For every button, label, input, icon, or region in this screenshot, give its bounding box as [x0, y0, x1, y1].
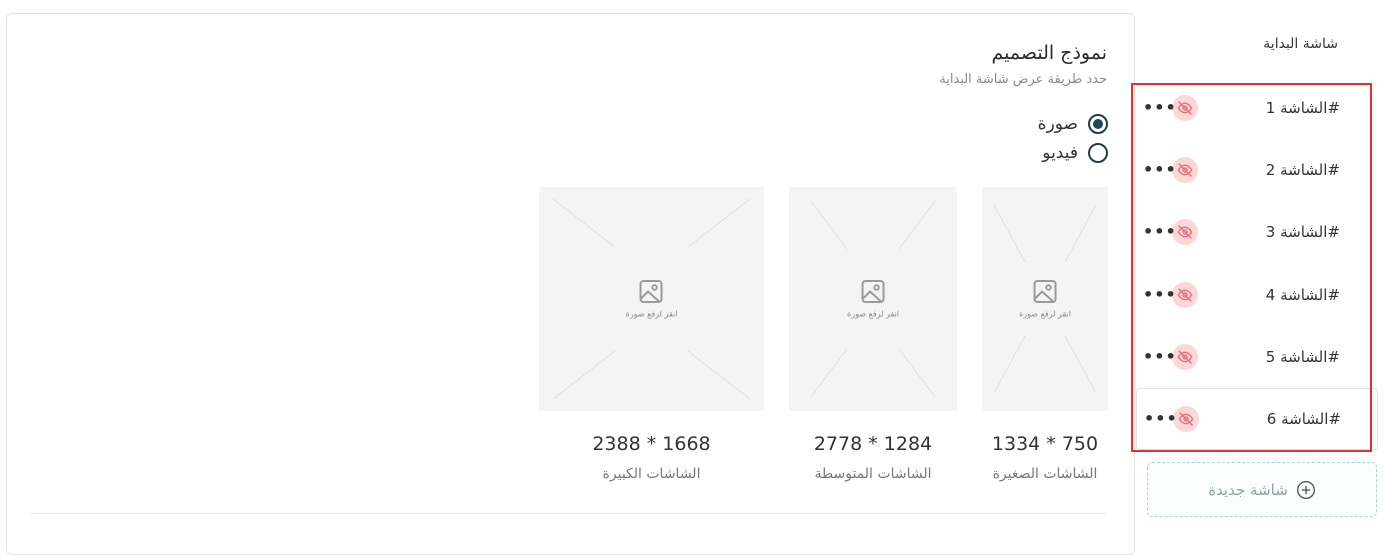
- large-screen-dimensions: 2388 * 1668: [592, 433, 711, 455]
- radio-image-selected-icon[interactable]: [1088, 114, 1108, 134]
- upload-hint: انقر لرفع صورة: [847, 309, 899, 319]
- page-title: نموذج التصميم: [991, 42, 1108, 64]
- radio-video-label: فيديو: [1042, 143, 1078, 163]
- upload-hint: انقر لرفع صورة: [1019, 309, 1071, 319]
- plus-circle-icon: [1296, 480, 1315, 499]
- new-screen-button[interactable]: شاشة جديدة: [1147, 462, 1377, 517]
- sidebar-title: شاشة البداية: [1263, 36, 1338, 52]
- divider: [30, 513, 1107, 514]
- image-icon: [1033, 280, 1057, 303]
- image-icon: [639, 280, 663, 303]
- image-icon: [861, 280, 885, 303]
- radio-video[interactable]: فيديو: [1042, 143, 1108, 163]
- upload-medium-screen[interactable]: انقر لرفع صورة: [789, 187, 957, 411]
- medium-screen-label: الشاشات المتوسطة: [814, 466, 932, 482]
- small-screen-dimensions: 1334 * 750: [991, 433, 1099, 455]
- screen-list-selection-highlight: [1131, 83, 1372, 452]
- upload-large-screen[interactable]: انقر لرفع صورة: [539, 187, 764, 411]
- medium-screen-dimensions: 2778 * 1284: [813, 433, 933, 455]
- page-subtitle: حدد طريقة عرض شاشة البداية: [939, 72, 1107, 87]
- upload-hint: انقر لرفع صورة: [625, 309, 678, 319]
- radio-image-label: صورة: [1037, 114, 1078, 134]
- new-screen-label: شاشة جديدة: [1208, 480, 1288, 499]
- large-screen-label: الشاشات الكبيرة: [602, 466, 701, 482]
- radio-video-unselected-icon[interactable]: [1088, 143, 1108, 163]
- radio-image[interactable]: صورة: [1038, 114, 1108, 134]
- upload-small-screen[interactable]: انقر لرفع صورة: [982, 187, 1108, 411]
- small-screen-label: الشاشات الصغيرة: [992, 466, 1098, 482]
